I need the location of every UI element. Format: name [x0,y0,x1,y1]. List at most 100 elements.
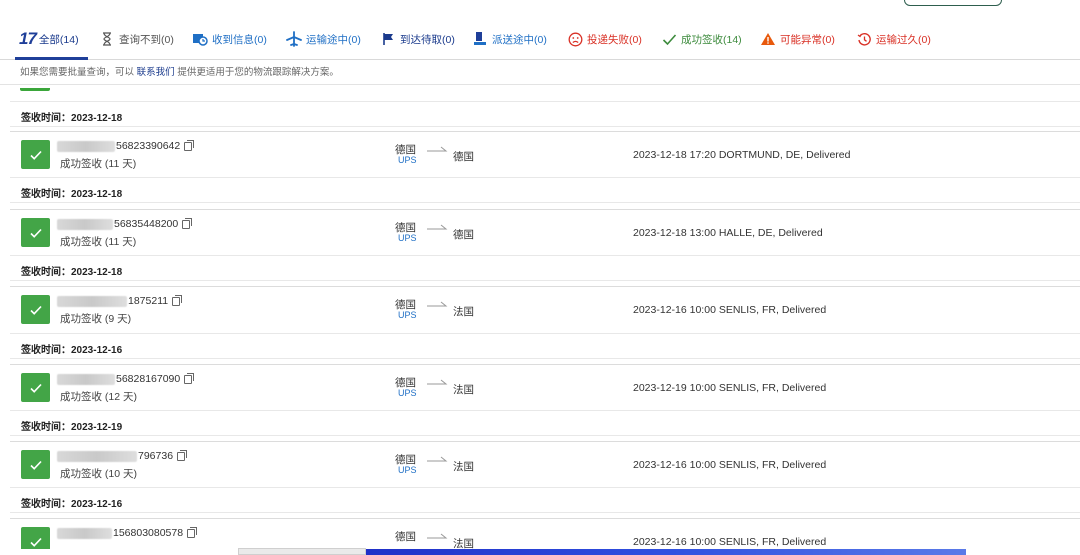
delivery-status: 成功签收 (9 天) [60,313,132,325]
redacted-prefix [57,140,115,152]
tracking-number[interactable]: 156803080578 [57,526,198,540]
shipment-card[interactable]: 1875211 成功签收 (9 天) 德国 UPS 法国 2023-12-16 … [10,286,1080,332]
carrier-link[interactable]: UPS [398,233,417,243]
tracking-number[interactable]: 56828167090 [57,372,195,386]
origin-country: 德国 [395,531,416,543]
bottom-input-strip[interactable] [238,548,366,555]
latest-event: 2023-12-19 10:00 SENLIS, FR, Delivered [633,382,827,394]
latest-event: 2023-12-16 10:00 SENLIS, FR, Delivered [633,304,827,316]
tracking-number[interactable]: 56835448200 [57,217,193,231]
notice-text-after: 提供更适用于您的物流跟踪解决方案。 [177,67,339,78]
tracking-number-visible: 56823390642 [116,140,181,152]
tracking-number-visible: 56828167090 [116,373,181,385]
checkmark-icon [661,31,677,47]
delivered-check-icon [21,218,50,247]
previous-card-status-stub [20,88,50,91]
sad-face-icon [567,31,583,47]
sign-time-label: 签收时间：2023-12-16 [21,499,123,510]
tab-delivered[interactable]: 成功签收(14) [661,26,742,52]
tracking-number-visible: 796736 [138,450,174,462]
tab-out-for-delivery-label: 派送途中(0) [492,33,547,46]
tab-info-received-label: 收到信息(0) [212,33,267,46]
latest-event: 2023-12-16 10:00 SENLIS, FR, Delivered [633,459,827,471]
latest-event: 2023-12-18 17:20 DORTMUND, DE, Delivered [633,149,851,161]
sign-time-label: 签收时间：2023-12-18 [21,189,123,200]
notice-text-before: 如果您需要批量查询，可以 [20,67,135,78]
shipment-card[interactable]: 56835448200 成功签收 (11 天) 德国 UPS 德国 2023-1… [10,209,1080,255]
destination-country: 德国 [453,229,474,241]
tracking-number[interactable]: 796736 [57,449,188,463]
redacted-prefix [57,527,112,539]
tab-out-for-delivery[interactable]: 派送途中(0) [472,26,547,52]
tab-delivered-label: 成功签收(14) [681,33,742,46]
redacted-prefix [57,450,137,462]
tracking-number-visible: 1875211 [128,295,169,307]
tab-exception-label: 可能异常(0) [780,33,835,46]
delivered-check-icon [21,295,50,324]
destination-country: 法国 [453,306,474,318]
tracking-number[interactable]: 1875211 [57,294,183,308]
route-arrow-icon [427,146,448,152]
sign-time-row: 签收时间：2023-12-18 [10,177,1080,203]
sign-time-row: 签收时间：2023-12-18 [10,255,1080,281]
tab-pickup[interactable]: 到达待取(0) [380,26,455,52]
shipment-card[interactable]: 796736 成功签收 (10 天) 德国 UPS 法国 2023-12-16 … [10,441,1080,487]
redacted-prefix [57,373,115,385]
contact-us-link[interactable]: 联系我们 [137,67,175,78]
redacted-prefix [57,218,113,230]
copy-icon[interactable] [172,294,183,306]
copy-icon[interactable] [184,372,195,384]
delivery-status: 成功签收 (11 天) [60,236,137,248]
latest-event: 2023-12-18 13:00 HALLE, DE, Delivered [633,227,823,239]
tab-exception[interactable]: 可能异常(0) [760,26,835,52]
latest-event: 2023-12-16 10:00 SENLIS, FR, Delivered [633,536,827,548]
flag-icon [380,31,396,47]
route-arrow-icon [427,379,448,385]
delivered-check-icon [21,450,50,479]
carrier-link[interactable]: UPS [398,388,417,398]
17track-logo: 17 [19,29,37,48]
sign-time-row: 签收时间：2023-12-16 [10,487,1080,513]
redacted-prefix [57,295,127,307]
route-arrow-icon [427,224,448,230]
tab-failed[interactable]: 投递失败(0) [567,26,642,52]
sign-time-label: 签收时间：2023-12-18 [21,267,123,278]
tab-not-found[interactable]: 查询不到(0) [99,26,174,52]
bottom-banner[interactable] [366,549,966,555]
top-action-button[interactable] [904,0,1002,6]
tab-expired-label: 运输过久(0) [876,33,931,46]
airplane-icon [286,31,302,47]
tab-failed-label: 投递失败(0) [587,33,642,46]
copy-icon[interactable] [182,217,193,229]
copy-icon[interactable] [184,139,195,151]
tab-expired[interactable]: 运输过久(0) [856,26,931,52]
package-clock-icon [192,31,208,47]
sign-time-label: 签收时间：2023-12-16 [21,345,123,356]
tab-in-transit[interactable]: 运输途中(0) [286,26,361,52]
tab-all[interactable]: 17 全部(14) [19,26,79,52]
courier-icon [472,31,488,47]
destination-country: 法国 [453,384,474,396]
sign-time-row: 签收时间：2023-12-18 [10,101,1080,127]
carrier-link[interactable]: UPS [398,310,417,320]
tracking-number[interactable]: 56823390642 [57,139,195,153]
tab-not-found-label: 查询不到(0) [119,33,174,46]
tab-info-received[interactable]: 收到信息(0) [192,26,267,52]
tab-in-transit-label: 运输途中(0) [306,33,361,46]
shipment-card[interactable]: 56823390642 成功签收 (11 天) 德国 UPS 德国 2023-1… [10,131,1080,177]
status-tabs: 17 全部(14) 查询不到(0) 收到信息(0) 运输途中(0) 到达待取(0… [0,26,1080,60]
shipment-card[interactable]: 56828167090 成功签收 (12 天) 德国 UPS 法国 2023-1… [10,364,1080,410]
tracking-number-visible: 56835448200 [114,218,179,230]
delivery-status: 成功签收 (11 天) [60,158,137,170]
carrier-link[interactable]: UPS [398,155,417,165]
active-tab-indicator [15,57,88,60]
carrier-link[interactable]: UPS [398,465,417,475]
delivery-status: 成功签收 (10 天) [60,468,138,480]
clock-history-icon [856,31,872,47]
copy-icon[interactable] [187,526,198,538]
sign-time-label: 签收时间：2023-12-19 [21,422,123,433]
sign-time-row: 签收时间：2023-12-16 [10,333,1080,359]
copy-icon[interactable] [177,449,188,461]
sign-time-label: 签收时间：2023-12-18 [21,113,123,124]
route-arrow-icon [427,301,448,307]
